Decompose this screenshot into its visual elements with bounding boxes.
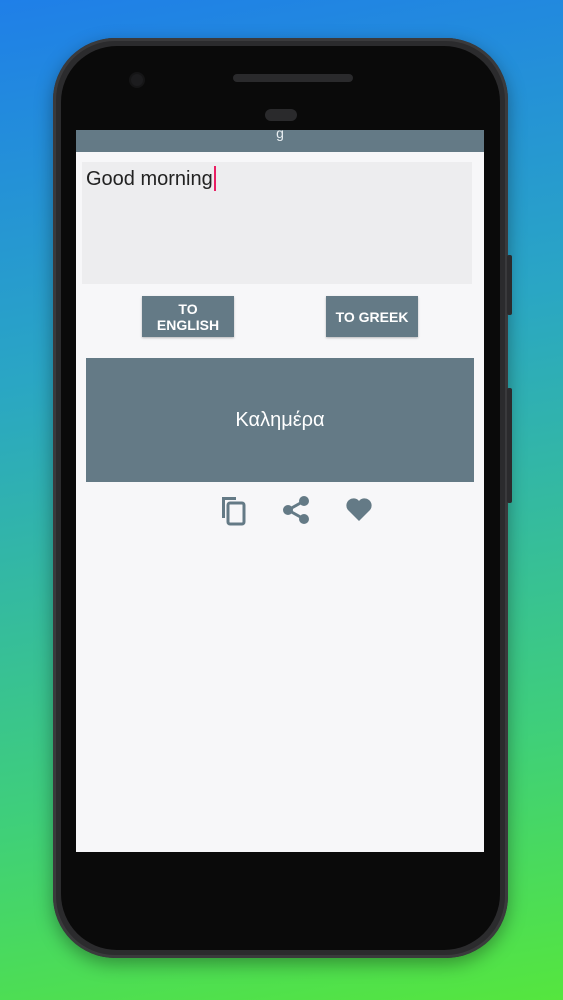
front-camera (131, 74, 143, 86)
app-title: g (276, 130, 284, 141)
to-english-button[interactable]: TO ENGLISH (142, 296, 234, 337)
volume-button (507, 388, 512, 503)
share-icon[interactable] (278, 492, 314, 528)
top-speaker (233, 74, 353, 82)
app-screen: g Good morning TO ENGLISH TO GREEK Καλημ… (76, 130, 484, 852)
app-toolbar: g (76, 130, 484, 152)
translation-text: Καλημέρα (235, 408, 325, 431)
to-greek-button[interactable]: TO GREEK (326, 296, 418, 337)
copy-icon[interactable] (215, 492, 251, 528)
text-caret (213, 166, 216, 191)
source-text-value: Good morning (86, 168, 213, 190)
power-button (507, 255, 512, 315)
heart-icon[interactable] (341, 492, 377, 528)
earpiece (265, 109, 297, 121)
translation-output: Καλημέρα (86, 358, 474, 482)
source-text-input[interactable]: Good morning (82, 162, 472, 284)
